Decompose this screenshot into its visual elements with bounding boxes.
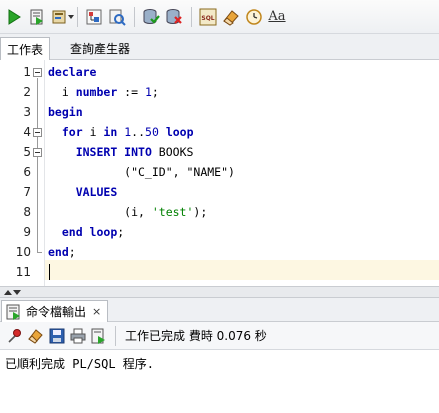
- line-number: 11: [15, 265, 31, 279]
- case-toggle-button[interactable]: Aa: [266, 6, 288, 28]
- text-caret: [49, 264, 50, 280]
- eraser-icon: [28, 328, 43, 344]
- toolbar-separator: [134, 6, 135, 27]
- line-number: 2: [23, 85, 31, 99]
- line-number: 1: [23, 65, 31, 79]
- pin-icon: [8, 328, 21, 343]
- line-number: 4: [23, 125, 31, 139]
- line-number: 5: [23, 145, 31, 159]
- current-line-highlight: [45, 260, 439, 280]
- fold-toggle-icon[interactable]: [33, 128, 42, 137]
- freeze-output-button[interactable]: [5, 326, 25, 346]
- gutter-border: [44, 60, 45, 286]
- fold-guide: [37, 78, 38, 252]
- tab-worksheet[interactable]: 工作表: [0, 37, 51, 60]
- explain-plan-button[interactable]: [83, 6, 105, 28]
- editor-tab-bar: 工作表 查詢產生器: [0, 34, 439, 60]
- code-line: declare: [48, 65, 97, 79]
- save-output-button[interactable]: [47, 326, 67, 346]
- output-tab-bar: 命令檔輸出 ×: [0, 298, 439, 322]
- line-number: 7: [23, 185, 31, 199]
- script-icon: [30, 9, 43, 25]
- code-line: begin: [48, 105, 83, 119]
- commit-button[interactable]: [140, 6, 162, 28]
- run-statement-button[interactable]: [3, 6, 25, 28]
- line-number: 8: [23, 205, 31, 219]
- sql-tuning-button[interactable]: [106, 6, 128, 28]
- code-line: (i, 'test');: [48, 205, 208, 219]
- explain-icon: [86, 9, 102, 24]
- code-line: for i in 1..50 loop: [61, 125, 194, 139]
- toolbar-separator: [115, 325, 116, 346]
- main-toolbar: SQL Aa: [0, 0, 439, 34]
- code-line: i number := 1;: [48, 85, 159, 99]
- open-output-button[interactable]: [89, 326, 109, 346]
- save-icon: [49, 328, 65, 343]
- output-message: 已順利完成 PL/SQL 程序.: [5, 357, 155, 371]
- line-number: 9: [23, 225, 31, 239]
- code-line: ("C_ID", "NAME"): [48, 165, 235, 179]
- run-script-button[interactable]: [26, 6, 48, 28]
- svg-text:SQL: SQL: [201, 15, 214, 22]
- rollback-button[interactable]: [163, 6, 185, 28]
- line-number: 6: [23, 165, 31, 179]
- play-icon: [8, 8, 21, 25]
- fold-toggle-icon[interactable]: [33, 68, 42, 77]
- tuning-icon: [109, 9, 126, 26]
- clock-icon: [246, 8, 262, 25]
- clear-output-button[interactable]: [26, 326, 46, 346]
- aa-icon: Aa: [268, 9, 286, 24]
- code-line: end loop;: [61, 225, 125, 239]
- close-icon[interactable]: ×: [92, 305, 101, 318]
- rollback-icon: [166, 8, 182, 24]
- autotrace-button[interactable]: [49, 6, 74, 28]
- collapse-down-icon[interactable]: [13, 290, 21, 295]
- expand-up-icon[interactable]: [4, 290, 12, 295]
- fold-toggle-icon[interactable]: [33, 148, 42, 157]
- code-line: INSERT INTO BOOKS: [75, 145, 194, 159]
- history-button[interactable]: [243, 6, 265, 28]
- sql-format-button[interactable]: SQL: [197, 6, 219, 28]
- clear-button[interactable]: [220, 6, 242, 28]
- sql-editor[interactable]: 1 2 3 4 5 6 7 8 9 10 11 declare i number…: [0, 60, 439, 286]
- code-line: end;: [48, 245, 76, 259]
- task-status-text: 工作已完成 費時 0.076 秒: [125, 329, 267, 343]
- panel-splitter[interactable]: [0, 286, 439, 298]
- sql-icon: SQL: [199, 8, 217, 25]
- output-tab-label: 命令檔輸出: [26, 305, 87, 319]
- output-toolbar: 工作已完成 費時 0.076 秒: [0, 322, 439, 350]
- code-line: VALUES: [75, 185, 118, 199]
- line-number: 3: [23, 105, 31, 119]
- line-number: 10: [15, 245, 31, 259]
- print-output-button[interactable]: [68, 326, 88, 346]
- fold-end-marker: [37, 252, 42, 253]
- autotrace-icon: [52, 10, 66, 23]
- tab-script-output[interactable]: 命令檔輸出 ×: [1, 300, 109, 322]
- script-output-panel[interactable]: 已順利完成 PL/SQL 程序.: [0, 350, 439, 413]
- toolbar-separator: [77, 6, 78, 27]
- tab-query-builder[interactable]: 查詢產生器: [64, 37, 136, 60]
- eraser-icon: [223, 9, 239, 26]
- toolbar-separator: [191, 6, 192, 27]
- script-output-icon: [6, 304, 20, 320]
- script-icon: [91, 328, 105, 344]
- commit-icon: [143, 8, 160, 24]
- print-icon: [70, 328, 86, 343]
